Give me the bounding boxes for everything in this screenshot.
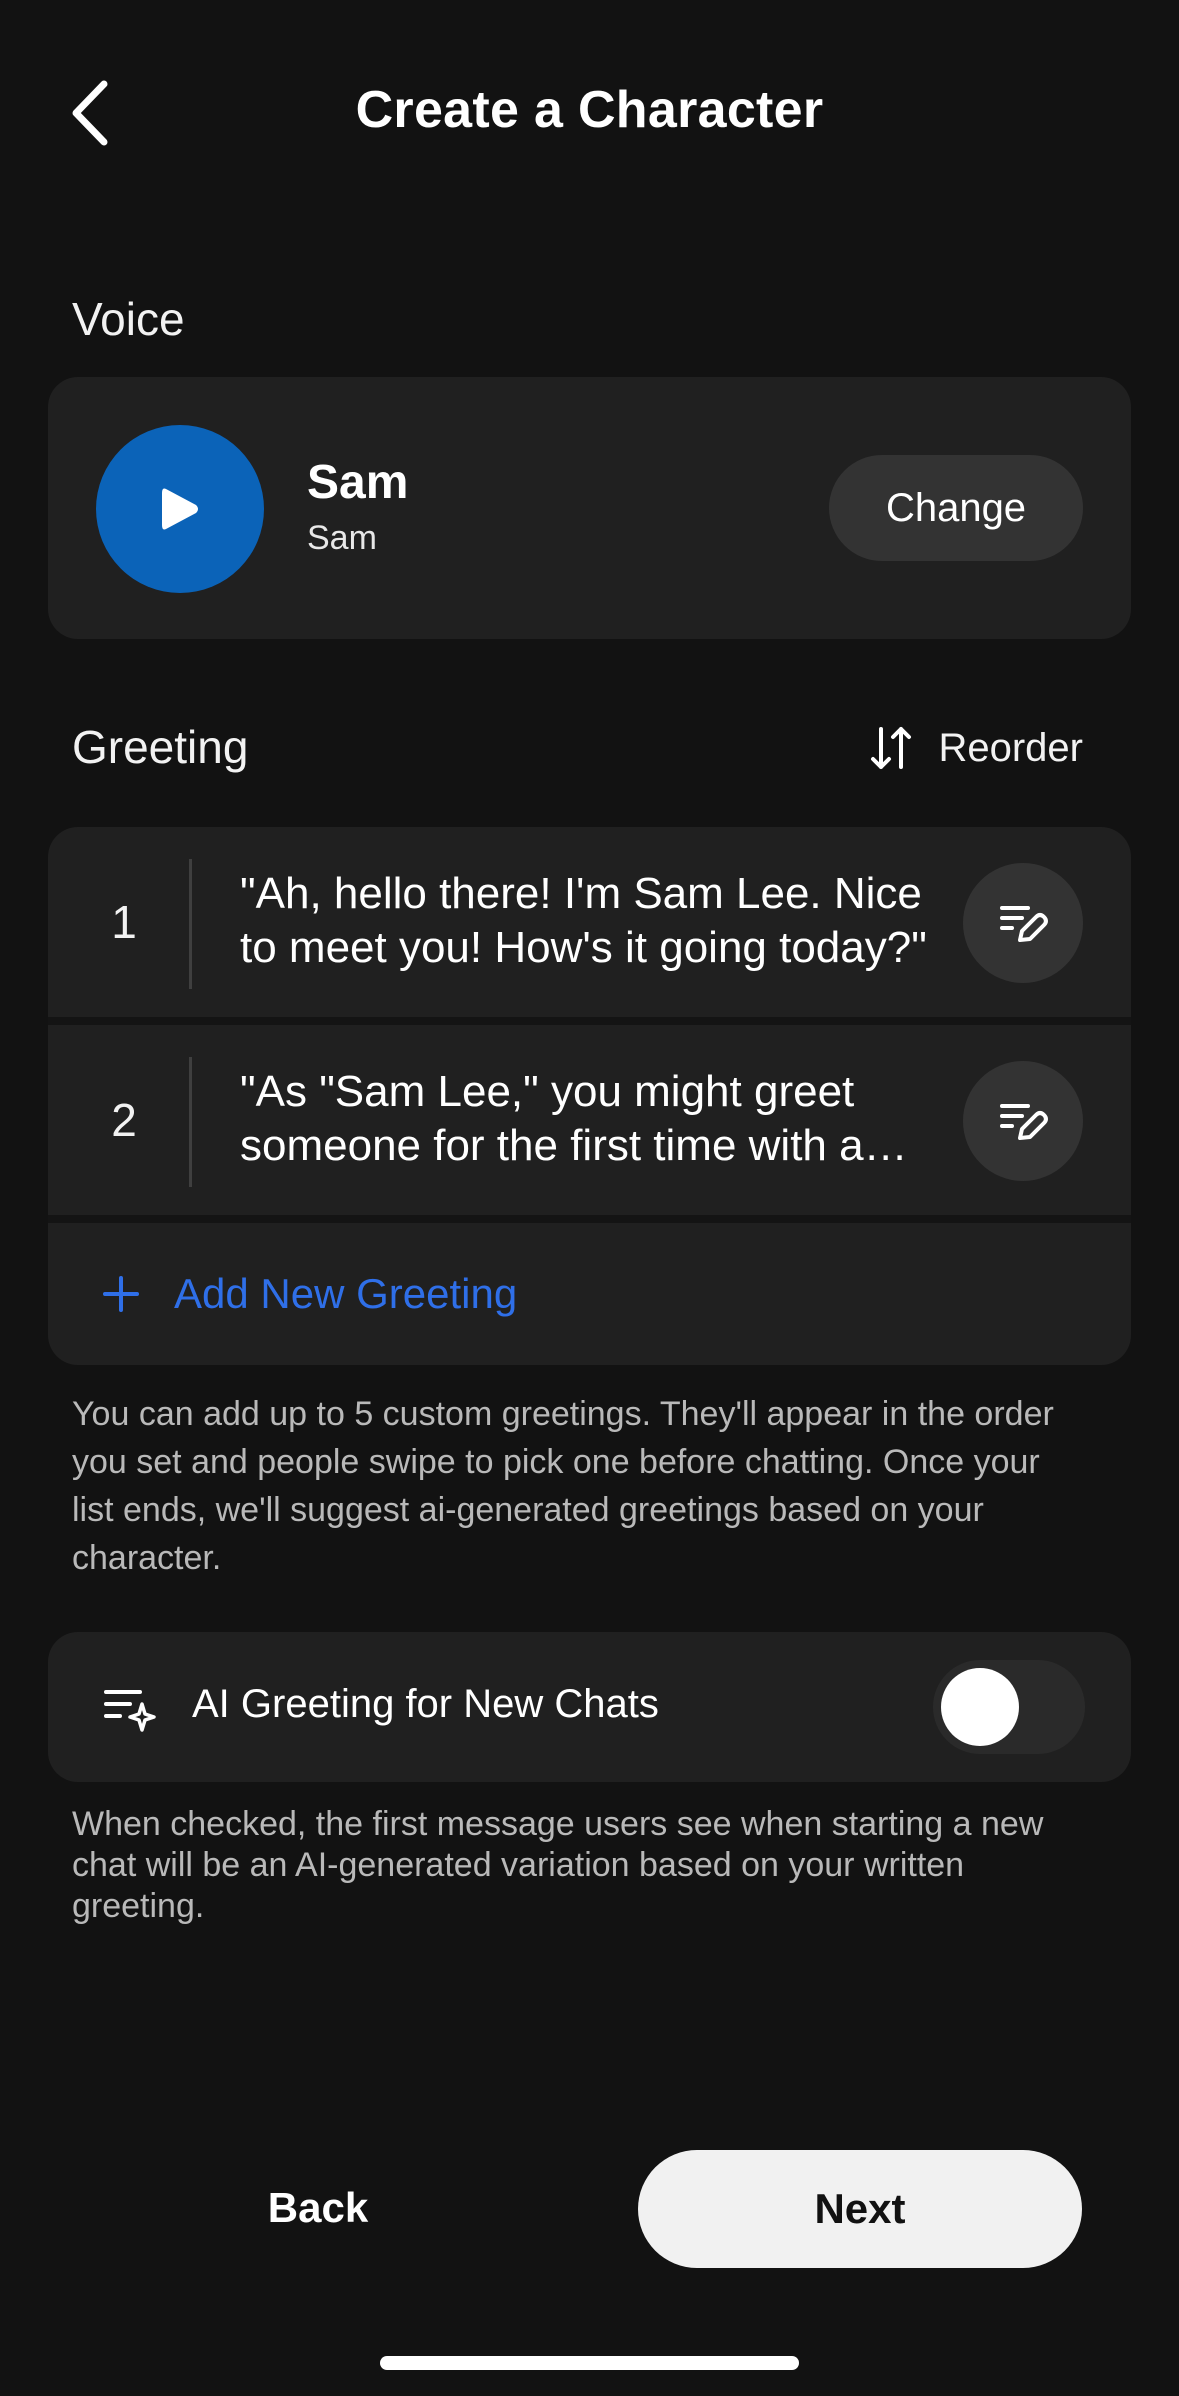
greetings-list: 1 "Ah, hello there! I'm Sam Lee. Nice to…: [48, 827, 1131, 1365]
voice-heading: Voice: [72, 293, 185, 345]
edit-note-icon: [1000, 906, 1048, 942]
ai-greeting-help-text: When checked, the first message users se…: [72, 1805, 1044, 1925]
ai-greeting-toggle[interactable]: [933, 1660, 1085, 1754]
voice-subtitle: Sam: [307, 519, 377, 557]
divider: [189, 859, 192, 989]
create-character-screen: Create a Character Voice Sam Sam Change …: [0, 0, 1179, 2396]
edit-note-icon: [1000, 1104, 1048, 1140]
greeting-item[interactable]: 1 "Ah, hello there! I'm Sam Lee. Nice to…: [48, 827, 1131, 1017]
reorder-label: Reorder: [938, 725, 1083, 770]
ai-greeting-label: AI Greeting for New Chats: [192, 1682, 659, 1726]
divider: [189, 1057, 192, 1187]
plus-icon: [103, 1276, 139, 1312]
voice-name: Sam: [307, 456, 409, 509]
add-new-greeting-button[interactable]: Add New Greeting: [48, 1223, 1131, 1365]
back-button[interactable]: Back: [190, 2150, 446, 2266]
greeting-item[interactable]: 2 "As "Sam Lee," you might greet someone…: [48, 1025, 1131, 1215]
play-icon: [162, 488, 198, 530]
greeting-text: "Ah, hello there! I'm Sam Lee. Nice to m…: [240, 869, 927, 972]
sparkle-list-icon: [104, 1690, 156, 1732]
greeting-help-text: You can add up to 5 custom greetings. Th…: [72, 1395, 1054, 1577]
edit-greeting-button[interactable]: [963, 1061, 1083, 1181]
edit-greeting-button[interactable]: [963, 863, 1083, 983]
greeting-number: 1: [111, 896, 137, 948]
voice-card: Sam Sam Change: [48, 377, 1131, 639]
toggle-knob: [941, 1668, 1019, 1746]
add-greeting-label: Add New Greeting: [174, 1270, 518, 1317]
row-separator: [48, 1017, 1131, 1025]
next-button[interactable]: Next: [638, 2150, 1082, 2268]
sort-arrows-icon: [871, 727, 912, 769]
change-voice-button[interactable]: Change: [829, 455, 1083, 561]
greeting-heading: Greeting: [72, 721, 249, 773]
play-voice-button[interactable]: [96, 425, 264, 593]
reorder-button[interactable]: Reorder: [870, 718, 1083, 778]
page-title: Create a Character: [355, 81, 824, 139]
greeting-number: 2: [111, 1094, 137, 1146]
ai-greeting-card: AI Greeting for New Chats: [48, 1632, 1131, 1782]
row-separator: [48, 1215, 1131, 1223]
greeting-text: "As "Sam Lee," you might greet someone f…: [240, 1067, 864, 1170]
home-indicator: [380, 2356, 799, 2370]
